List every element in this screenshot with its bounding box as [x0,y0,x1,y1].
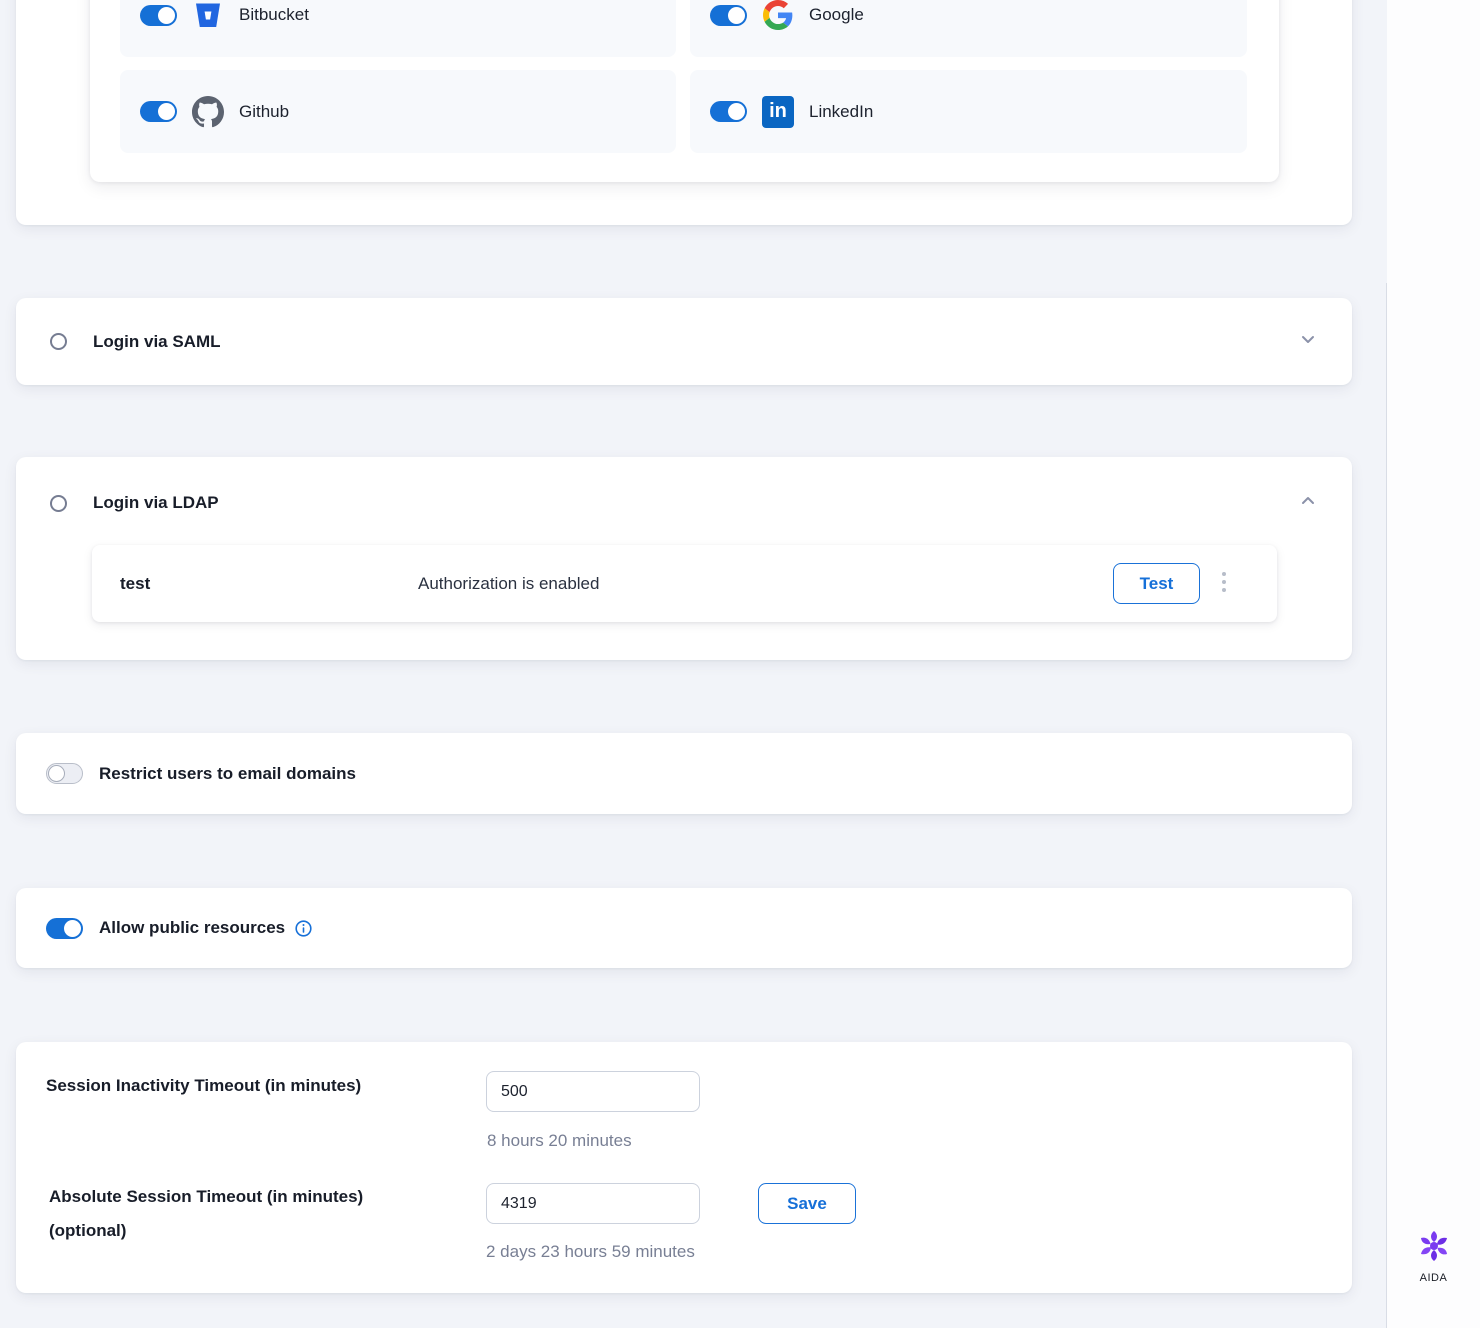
absolute-timeout-label-line1: Absolute Session Timeout (in minutes) [49,1187,363,1206]
provider-tile-github: Github [120,70,676,153]
google-toggle[interactable] [710,5,747,26]
vertical-divider [1386,283,1387,1328]
provider-label: LinkedIn [809,102,873,122]
ldap-section-label: Login via LDAP [93,493,219,513]
toggle-knob [158,103,175,120]
github-toggle[interactable] [140,101,177,122]
public-resources-toggle[interactable] [46,918,83,939]
restrict-domains-section: Restrict users to email domains [16,733,1352,814]
ldap-radio[interactable] [50,495,67,512]
toggle-knob [64,920,81,937]
restrict-domains-label: Restrict users to email domains [99,764,356,784]
google-icon [762,0,794,31]
brand-logo: AIDA [1387,1228,1480,1284]
saml-section[interactable]: Login via SAML [16,298,1352,385]
provider-tile-bitbucket: Bitbucket [120,0,676,57]
provider-tile-linkedin: in LinkedIn [690,70,1247,153]
toggle-knob [158,7,175,24]
ldap-entry-row: test Authorization is enabled Test [92,545,1277,622]
kebab-menu-icon[interactable] [1222,572,1226,592]
provider-label: Bitbucket [239,5,309,25]
inactivity-timeout-helper: 8 hours 20 minutes [487,1131,632,1151]
ldap-entry-name: test [120,574,150,594]
public-resources-label: Allow public resources [99,918,285,938]
toggle-knob [728,103,745,120]
absolute-timeout-input[interactable] [486,1183,700,1224]
ldap-entry-status: Authorization is enabled [418,574,599,594]
aida-flower-icon [1416,1228,1452,1264]
absolute-timeout-label: Absolute Session Timeout (in minutes) (o… [49,1180,363,1248]
public-resources-section: Allow public resources [16,888,1352,968]
restrict-domains-toggle[interactable] [46,763,83,784]
info-icon[interactable] [295,920,312,937]
inactivity-timeout-input[interactable] [486,1071,700,1112]
saml-radio[interactable] [50,333,67,350]
inactivity-timeout-label: Session Inactivity Timeout (in minutes) [46,1069,361,1103]
settings-page: Bitbucket Google Github in LinkedIn Logi… [0,0,1480,1328]
save-button[interactable]: Save [758,1183,856,1224]
toggle-knob [48,765,65,782]
right-rail [1387,0,1480,1328]
ldap-test-button[interactable]: Test [1113,563,1200,604]
bitbucket-toggle[interactable] [140,5,177,26]
brand-logo-text: AIDA [1387,1272,1480,1284]
chevron-down-icon[interactable] [1298,329,1318,354]
github-icon [192,96,224,128]
saml-section-label: Login via SAML [93,332,221,352]
bitbucket-icon [192,0,224,31]
chevron-up-icon[interactable] [1298,491,1318,516]
provider-label: Google [809,5,864,25]
session-settings-card: Session Inactivity Timeout (in minutes) … [16,1042,1352,1293]
ldap-section-header[interactable]: Login via LDAP [16,457,1352,549]
toggle-knob [728,7,745,24]
linkedin-toggle[interactable] [710,101,747,122]
absolute-timeout-label-line2: (optional) [49,1221,126,1240]
provider-tile-google: Google [690,0,1247,57]
linkedin-icon: in [762,96,794,128]
provider-label: Github [239,102,289,122]
absolute-timeout-helper: 2 days 23 hours 59 minutes [486,1242,695,1262]
